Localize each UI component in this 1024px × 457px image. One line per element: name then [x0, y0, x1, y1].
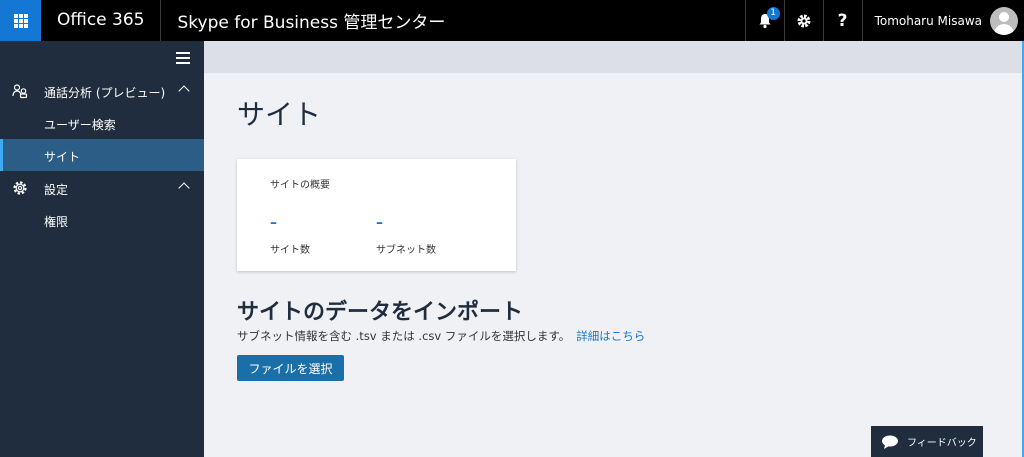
settings-button[interactable] [783, 0, 823, 41]
app-launcher-button[interactable] [0, 0, 41, 41]
brand-name[interactable]: Office 365 [41, 0, 162, 41]
sidebar-group-call-analytics[interactable]: 通話分析 (プレビュー) [0, 75, 204, 107]
sidebar-item-label: ユーザー検索 [44, 118, 116, 132]
sidebar-group-label: 設定 [44, 183, 69, 197]
help-icon: ? [837, 10, 848, 31]
page-title: サイト [237, 98, 322, 131]
sidebar-item-label: サイト [44, 150, 81, 164]
site-count-label: サイト数 [270, 245, 310, 256]
feedback-button[interactable]: フィードバック [871, 426, 983, 457]
main-content: サイト サイトの概要 – サイト数 – サブネット数 サイトのデータをインポート… [204, 41, 1024, 457]
subnet-count-value: – [376, 215, 383, 231]
sidebar-item-user-search[interactable]: ユーザー検索 [0, 107, 204, 139]
import-description-text: サブネット情報を含む .tsv または .csv ファイルを選択します。 [237, 329, 571, 343]
feedback-label: フィードバック [907, 438, 977, 449]
sidebar: 通話分析 (プレビュー) ユーザー検索 サイト 設定 権限 [0, 41, 204, 457]
command-bar [204, 41, 1024, 73]
user-menu[interactable]: Tomoharu Misawa [861, 0, 1024, 41]
notification-badge: 1 [766, 7, 780, 20]
site-summary-card: サイトの概要 – サイト数 – サブネット数 [237, 159, 516, 271]
sidebar-group-settings[interactable]: 設定 [0, 172, 204, 204]
help-button[interactable]: ? [822, 0, 862, 41]
site-count-value: – [270, 215, 277, 231]
gear-icon [797, 14, 811, 27]
notifications-button[interactable]: 1 [744, 0, 784, 41]
gear-icon [13, 181, 27, 195]
waffle-icon [13, 13, 28, 28]
import-section-title: サイトのデータをインポート [237, 300, 524, 325]
sidebar-item-label: 権限 [44, 215, 69, 229]
hamburger-menu-icon[interactable] [176, 52, 190, 67]
sidebar-item-permissions[interactable]: 権限 [0, 204, 204, 236]
import-description: サブネット情報を含む .tsv または .csv ファイルを選択します。 詳細はこ… [237, 328, 645, 344]
top-bar: Office 365 Skype for Business 管理センター 1 ?… [0, 0, 1024, 41]
sidebar-group-label: 通話分析 (プレビュー) [44, 86, 166, 100]
sidebar-item-sites[interactable]: サイト [0, 139, 204, 171]
learn-more-link[interactable]: 詳細はこちら [576, 329, 645, 343]
avatar [990, 6, 1018, 35]
subnet-count-label: サブネット数 [376, 245, 436, 256]
card-title: サイトの概要 [270, 180, 330, 191]
chevron-up-icon [178, 85, 190, 97]
people-icon [12, 84, 28, 99]
chat-bubble-icon [882, 435, 898, 449]
app-title: Skype for Business 管理センター [177, 13, 446, 33]
user-name: Tomoharu Misawa [874, 13, 982, 28]
choose-file-button[interactable]: ファイルを選択 [237, 355, 344, 381]
chevron-up-icon [178, 182, 190, 194]
